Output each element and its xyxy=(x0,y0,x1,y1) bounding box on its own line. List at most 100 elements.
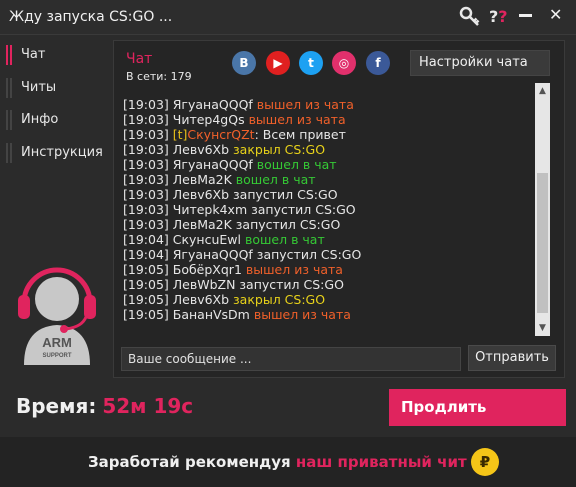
sidebar: Чат Читы Инфо Инструкция ARM SUPPORT xyxy=(0,35,110,380)
scroll-down-icon[interactable]: ▼ xyxy=(537,322,548,334)
window-title: Жду запуска CS:GO ... xyxy=(9,9,173,25)
message-time: [19:03] xyxy=(123,127,173,142)
facebook-icon[interactable]: f xyxy=(366,51,390,75)
message-time: [19:04] xyxy=(123,232,173,247)
message-text: вышел из чата xyxy=(256,97,354,112)
title-bar: Жду запуска CS:GO ... ?? ✕ xyxy=(0,0,576,35)
extend-button[interactable]: Продлить xyxy=(389,389,566,426)
sidebar-item-instructions[interactable]: Инструкция xyxy=(0,139,110,169)
chat-message: [19:03] ЛевMa2K запустил CS:GO xyxy=(123,217,340,232)
message-user: Левv6Xb xyxy=(172,187,234,202)
chat-message: [19:03] ЯгуанаQQQf вошел в чат xyxy=(123,157,337,172)
message-time: [19:03] xyxy=(123,97,173,112)
message-time: [19:03] xyxy=(123,172,173,187)
message-text: запустил CS:GO xyxy=(235,217,341,232)
chat-log: [19:03] ЯгуанаQQQf вышел из чата [19:03] … xyxy=(118,83,543,337)
message-time: [19:03] xyxy=(123,157,173,172)
logo-text-support: SUPPORT xyxy=(42,353,71,359)
message-user: Читер4gQs xyxy=(172,112,249,127)
send-button[interactable]: Отправить xyxy=(468,345,556,371)
chat-message: [19:03] Левv6Xb закрыл CS:GO xyxy=(123,142,325,157)
promo-text: Заработай рекомендуя наш приватный чит xyxy=(88,453,467,471)
message-user: БананVsDm xyxy=(172,307,254,322)
promo-lead: Заработай рекомендуя xyxy=(88,453,291,471)
indicator xyxy=(6,110,12,130)
logo-text-arm: ARM xyxy=(42,335,72,350)
message-text: запустил CS:GO xyxy=(251,202,356,217)
message-text: запустил CS:GO xyxy=(256,247,362,262)
message-user: [t]СкунсrQZt xyxy=(173,127,255,142)
chat-message: [19:03] ЛевMa2K вошел в чат xyxy=(123,172,316,187)
message-text: вышел из чата xyxy=(245,262,343,277)
instagram-icon[interactable]: ◎ xyxy=(332,51,356,75)
message-time: [19:03] xyxy=(123,202,173,217)
ruble-coin-icon[interactable]: ₽ xyxy=(471,448,499,476)
admin-name: СкунсrQZt xyxy=(187,127,255,142)
message-time: [19:05] xyxy=(123,277,173,292)
message-text: закрыл CS:GO xyxy=(233,142,326,157)
message-text: вышел из чата xyxy=(253,307,351,322)
message-user: Читерk4xm xyxy=(172,202,252,217)
minimize-icon[interactable] xyxy=(519,14,532,17)
chat-message: [19:03] Читерk4xm запустил CS:GO xyxy=(123,202,356,217)
chat-message: [19:05] Левv6Xb закрыл CS:GO xyxy=(123,292,325,307)
message-text: вышел из чата xyxy=(248,112,346,127)
message-time: [19:05] xyxy=(123,262,173,277)
message-user: ЛевWbZN xyxy=(172,277,240,292)
chat-message: [19:04] ЯгуанаQQQf запустил CS:GO xyxy=(123,247,361,262)
chat-scrollbar[interactable]: ▲ ▼ xyxy=(535,83,550,336)
time-value: 52м 19с xyxy=(102,394,194,418)
twitter-icon[interactable]: t xyxy=(299,51,323,75)
message-user: Левv6Xb xyxy=(172,142,234,157)
time-remaining: Время: 52м 19с xyxy=(16,394,193,418)
sidebar-item-cheats[interactable]: Читы xyxy=(0,74,110,104)
scroll-thumb[interactable] xyxy=(537,173,548,313)
chat-panel: Чат В сети: 179 В ▶ t ◎ f Настройки чата… xyxy=(113,40,565,378)
message-time: [19:03] xyxy=(123,217,173,232)
message-text: запустил CS:GO xyxy=(239,277,344,292)
sidebar-item-chat[interactable]: Чат xyxy=(0,41,110,71)
indicator xyxy=(6,78,12,98)
message-input[interactable]: Ваше сообщение ... xyxy=(121,347,461,371)
scroll-up-icon[interactable]: ▲ xyxy=(537,85,548,97)
message-text: вошел в чат xyxy=(235,172,316,187)
active-indicator xyxy=(6,45,12,65)
promo-footer: Заработай рекомендуя наш приватный чит ₽ xyxy=(0,437,576,487)
message-user: ЯгуанаQQQf xyxy=(172,157,257,172)
message-user: Левv6Xb xyxy=(172,292,234,307)
message-time: [19:04] xyxy=(123,247,173,262)
message-user: ЯгуанаQQQf xyxy=(172,97,257,112)
chat-message: [19:03] [t]СкунсrQZt: Всем привет xyxy=(123,127,346,142)
sidebar-item-label: Инфо xyxy=(21,112,59,127)
support-logo: ARM SUPPORT xyxy=(18,267,96,365)
message-text: : Всем привет xyxy=(254,127,346,142)
message-user: БобёрXqr1 xyxy=(172,262,246,277)
vk-icon[interactable]: В xyxy=(232,51,256,75)
chat-title: Чат xyxy=(126,51,153,67)
youtube-icon[interactable]: ▶ xyxy=(266,51,290,75)
message-user: ЛевMa2K xyxy=(172,217,236,232)
sidebar-item-info[interactable]: Инфо xyxy=(0,106,110,136)
message-time: [19:05] xyxy=(123,292,173,307)
time-label: Время: xyxy=(16,394,97,418)
chat-message: [19:05] БобёрXqr1 вышел из чата xyxy=(123,262,343,277)
chat-message: [19:03] ЯгуанаQQQf вышел из чата xyxy=(123,97,354,112)
chat-settings-button[interactable]: Настройки чата xyxy=(410,50,550,76)
sidebar-item-label: Читы xyxy=(21,80,57,95)
message-time: [19:03] xyxy=(123,142,173,157)
message-text: вошел в чат xyxy=(256,157,337,172)
sidebar-item-label: Чат xyxy=(21,47,46,62)
promo-link[interactable]: наш приватный чит xyxy=(296,453,467,471)
key-icon[interactable] xyxy=(459,6,481,28)
sidebar-item-label: Инструкция xyxy=(21,145,103,160)
help-icon[interactable]: ?? xyxy=(489,7,511,29)
chat-message: [19:03] Левv6Xb запустил CS:GO xyxy=(123,187,338,202)
message-time: [19:03] xyxy=(123,187,173,202)
chat-message: [19:04] СкунсuEwl вошел в чат xyxy=(123,232,325,247)
message-time: [19:05] xyxy=(123,307,173,322)
close-icon[interactable]: ✕ xyxy=(549,5,571,27)
message-text: вошел в чат xyxy=(244,232,325,247)
message-user: ЯгуанаQQQf xyxy=(172,247,257,262)
message-text: запустил CS:GO xyxy=(233,187,338,202)
admin-tag: [t] xyxy=(172,127,188,142)
